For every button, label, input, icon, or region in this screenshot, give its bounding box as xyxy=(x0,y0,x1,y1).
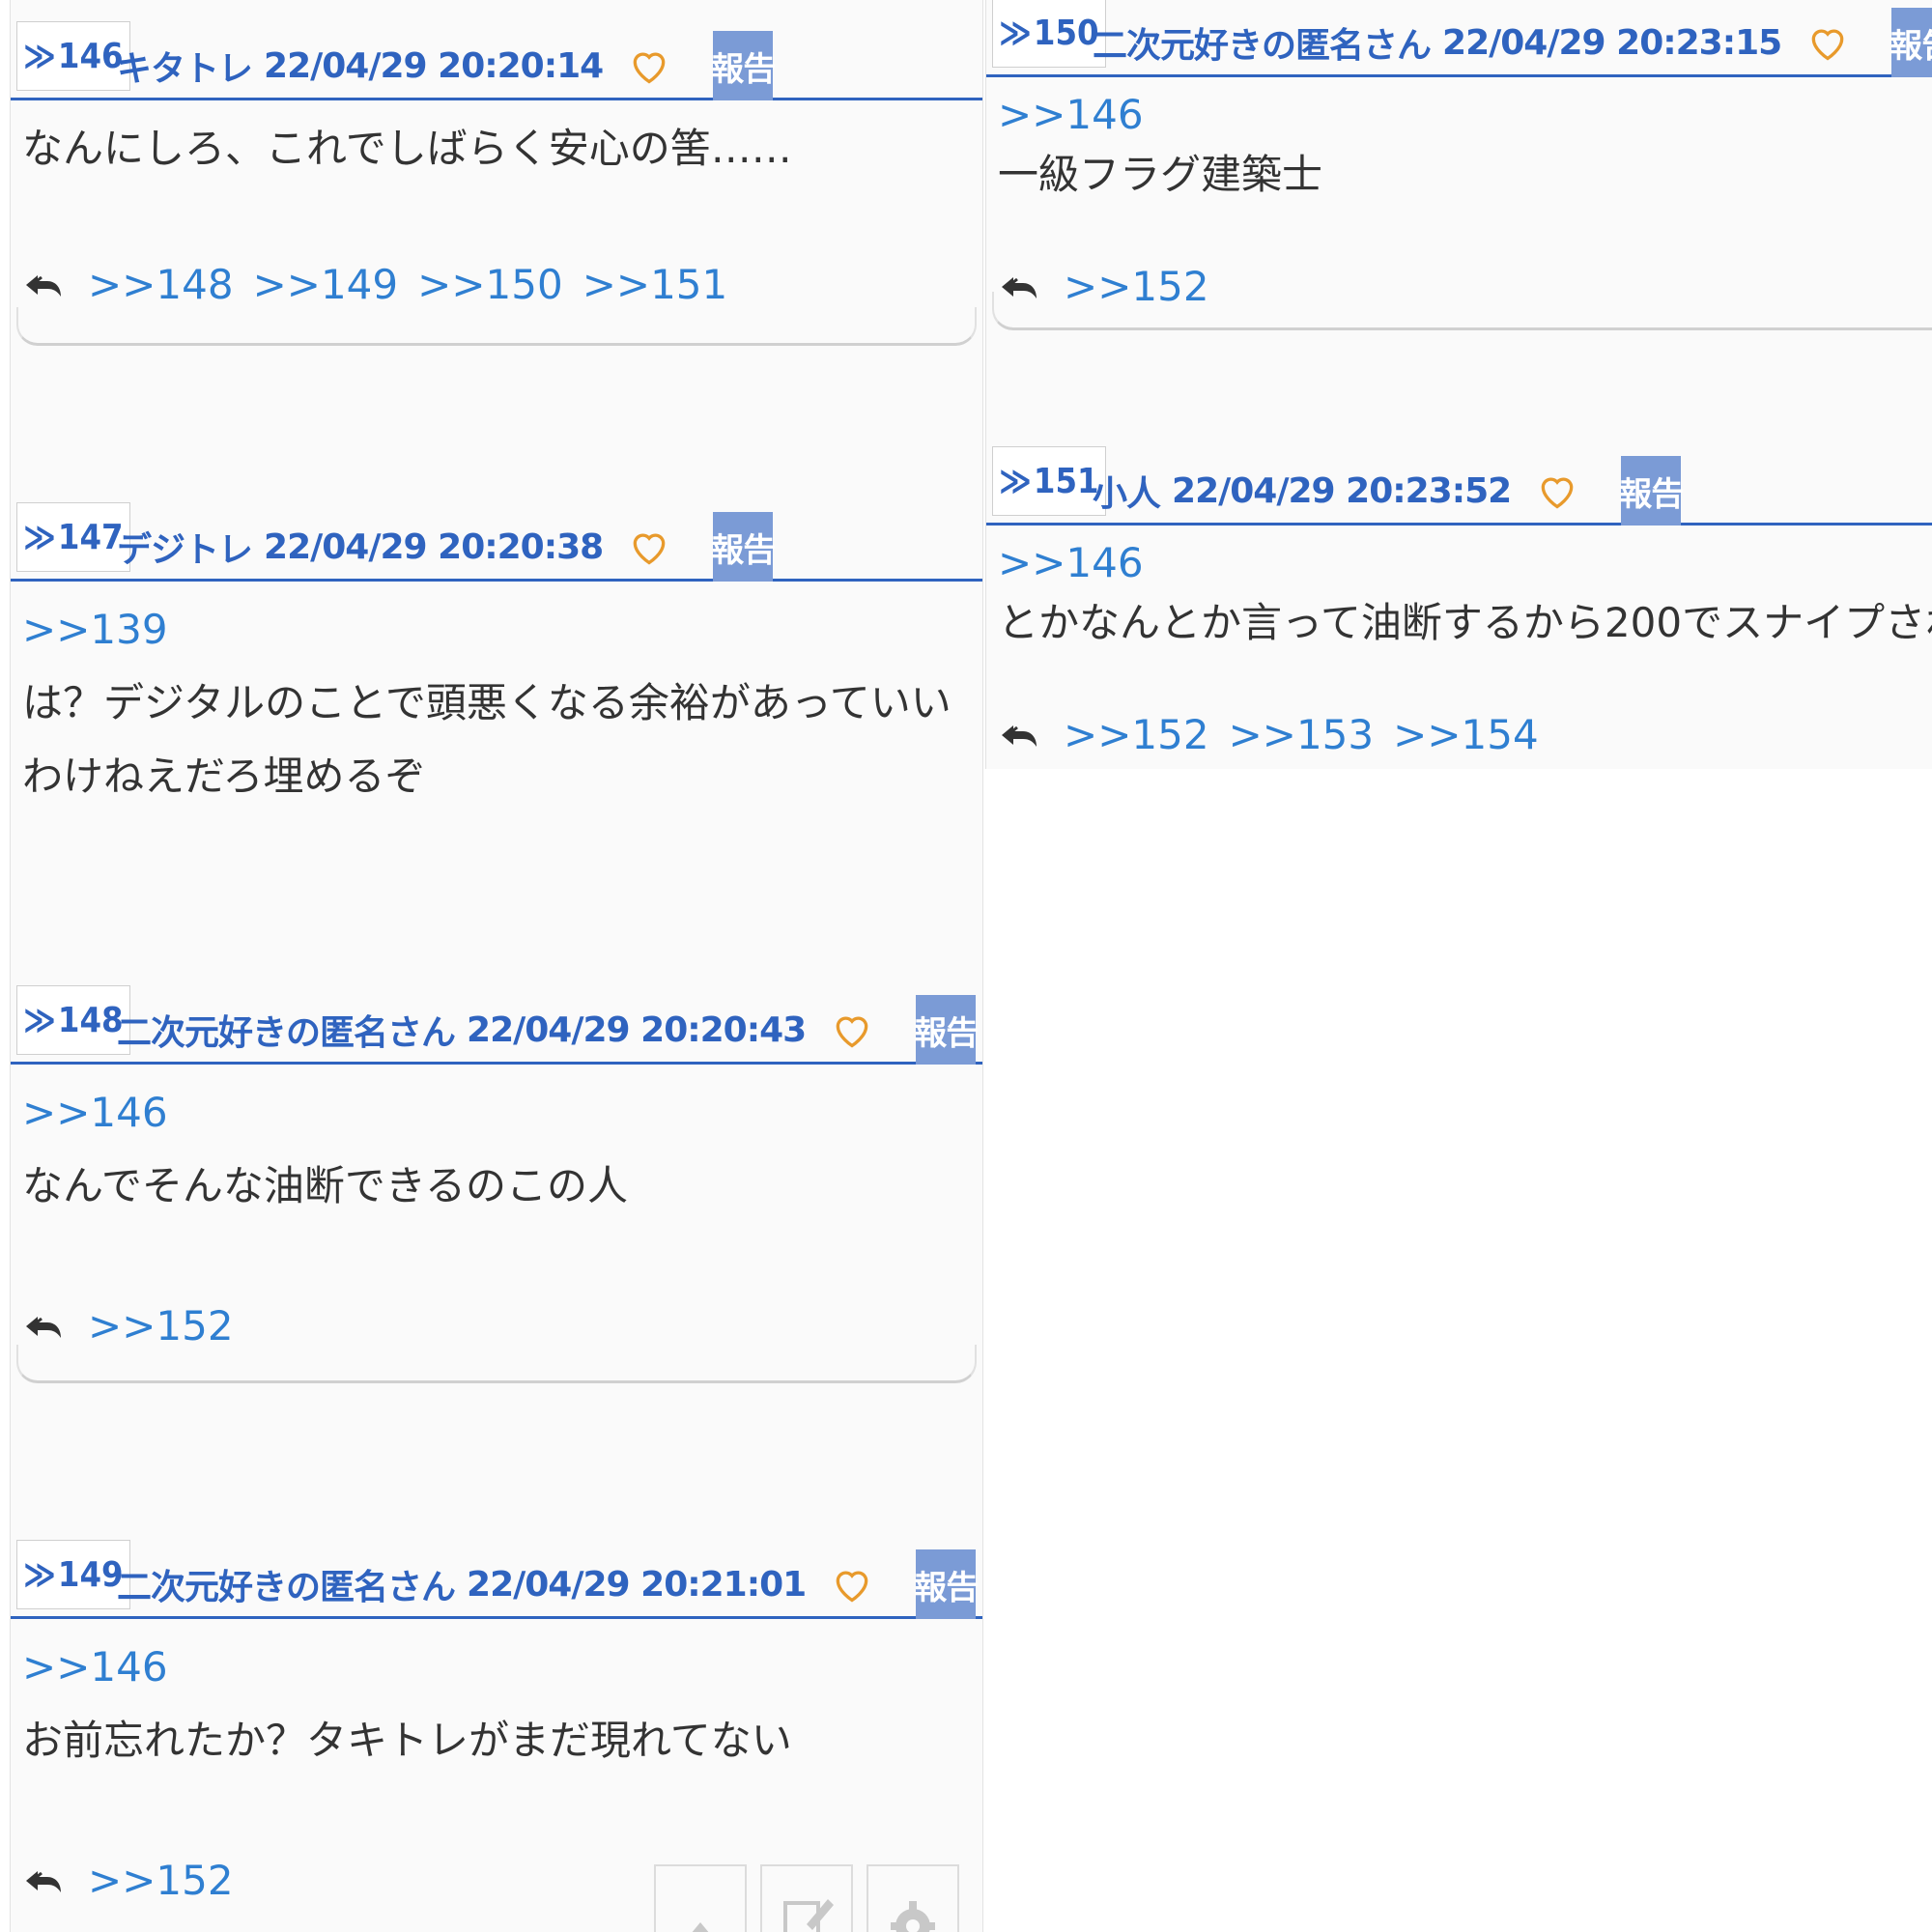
report-button[interactable]: 報告 xyxy=(711,512,776,582)
post-body: なんにしろ、これでしばらく安心の筈…… xyxy=(22,112,971,185)
anchor-link[interactable]: >>146 xyxy=(998,85,1920,145)
post-number-button[interactable]: ≫ 148 xyxy=(16,985,130,1055)
reply-links: >>152 xyxy=(22,1302,253,1350)
post-date: 22/04/29 20:23:52 xyxy=(1172,470,1512,511)
reply-link[interactable]: >>148 xyxy=(88,261,234,308)
post-text: とかなんとか言って油断するから200でスナイプされるんですよ xyxy=(998,599,1932,646)
reply-all-icon xyxy=(26,1316,61,1338)
report-button[interactable]: 報告 xyxy=(711,31,776,100)
post-date: 22/04/29 20:21:01 xyxy=(467,1564,807,1605)
post-date: 22/04/29 20:20:43 xyxy=(467,1009,807,1050)
post-number-button[interactable]: ≫ 150 xyxy=(992,0,1106,68)
anchor-link[interactable]: >>139 xyxy=(22,593,971,667)
reply-all-icon xyxy=(1002,724,1037,747)
card-divider xyxy=(16,307,977,346)
reply-link[interactable]: >>149 xyxy=(253,261,399,308)
post-body: >>139 は？デジタルのことで頭悪くなる余裕があっていいわけねえだろ埋めるぞ xyxy=(22,593,971,813)
post-151: ≫ 151 小人 22/04/29 20:23:52 報告 >>146 とかなんと… xyxy=(986,444,1932,769)
poster-name: キタトレ xyxy=(117,49,253,89)
reply-all-icon xyxy=(26,274,61,297)
poster-name: 二次元好きの匿名さん xyxy=(117,1013,456,1053)
scroll-up-button[interactable] xyxy=(654,1864,747,1932)
reply-links: >>148 >>149 >>150 >>151 xyxy=(22,261,747,308)
post-body: >>146 お前忘れたか？タキトレがまだ現れてない xyxy=(22,1631,971,1777)
reply-link[interactable]: >>153 xyxy=(1229,711,1375,758)
post-number-button[interactable]: ≫ 147 xyxy=(16,502,130,572)
post-header: ≫ 146 キタトレ 22/04/29 20:20:14 報告 xyxy=(11,19,982,100)
heart-icon[interactable] xyxy=(628,44,670,87)
edit-button[interactable] xyxy=(760,1864,853,1932)
reply-link[interactable]: >>152 xyxy=(88,1857,234,1904)
heart-icon[interactable] xyxy=(831,1009,873,1051)
settings-button[interactable] xyxy=(867,1864,959,1932)
post-text: お前忘れたか？タキトレがまだ現れてない xyxy=(22,1717,792,1764)
post-body: >>146 一級フラグ建築士 xyxy=(998,85,1920,205)
poster-name: デジトレ xyxy=(117,530,253,570)
report-button[interactable]: 報告 xyxy=(914,995,979,1065)
post-text: なんにしろ、これでしばらく安心の筈…… xyxy=(22,125,792,172)
heart-icon[interactable] xyxy=(628,526,670,568)
post-meta: デジトレ 22/04/29 20:20:38 報告 xyxy=(117,512,776,582)
post-text: 一級フラグ建築士 xyxy=(998,151,1323,198)
poster-name: 二次元好きの匿名さん xyxy=(117,1568,456,1607)
card-divider xyxy=(992,292,1932,330)
edit-icon xyxy=(783,1899,834,1932)
post-meta: 小人 22/04/29 20:23:52 報告 xyxy=(1093,456,1684,526)
reply-links: >>152 xyxy=(22,1857,253,1904)
post-body: >>146 なんでそんな油断できるのこの人 xyxy=(22,1076,971,1223)
reply-link[interactable]: >>151 xyxy=(582,261,728,308)
anchor-link[interactable]: >>146 xyxy=(22,1631,971,1704)
heart-icon[interactable] xyxy=(1536,469,1578,512)
post-text: は？デジタルのことで頭悪くなる余裕があっていいわけねえだろ埋めるぞ xyxy=(22,679,952,800)
report-button[interactable]: 報告 xyxy=(1619,456,1684,526)
anchor-link[interactable]: >>146 xyxy=(998,533,1932,593)
post-148: ≫ 148 二次元好きの匿名さん 22/04/29 20:20:43 報告 >>1… xyxy=(11,983,982,1389)
post-meta: 二次元好きの匿名さん 22/04/29 20:23:15 報告 xyxy=(1093,8,1932,77)
post-number-button[interactable]: ≫ 151 xyxy=(992,446,1106,516)
post-header: ≫ 147 デジトレ 22/04/29 20:20:38 報告 xyxy=(11,500,982,582)
reply-link[interactable]: >>154 xyxy=(1393,711,1539,758)
reply-all-icon xyxy=(26,1870,61,1892)
left-column: ≫ 146 キタトレ 22/04/29 20:20:14 報告 なんにしろ、これで… xyxy=(10,0,983,1932)
post-meta: 二次元好きの匿名さん 22/04/29 20:20:43 報告 xyxy=(117,995,979,1065)
heart-icon[interactable] xyxy=(831,1563,873,1605)
card-divider xyxy=(16,1345,977,1383)
post-header: ≫150 二次元好きの匿名さん 22/04/29 20:23:15 報告 xyxy=(986,0,1932,77)
post-146: ≫ 146 キタトレ 22/04/29 20:20:14 報告 なんにしろ、これで… xyxy=(11,19,982,348)
post-number-button[interactable]: ≫ 146 xyxy=(16,21,130,91)
reply-link[interactable]: >>152 xyxy=(1064,711,1209,758)
right-column: ≫150 二次元好きの匿名さん 22/04/29 20:23:15 報告 >>1… xyxy=(985,0,1932,769)
post-date: 22/04/29 20:23:15 xyxy=(1442,22,1782,63)
post-body: >>146 とかなんとか言って油断するから200でスナイプされるんですよ xyxy=(998,533,1932,653)
anchor-link[interactable]: >>146 xyxy=(22,1076,971,1150)
post-date: 22/04/29 20:20:14 xyxy=(264,45,604,86)
post-meta: キタトレ 22/04/29 20:20:14 報告 xyxy=(117,31,776,100)
post-header: ≫ 149 二次元好きの匿名さん 22/04/29 20:21:01 報告 xyxy=(11,1538,982,1619)
reply-link[interactable]: >>152 xyxy=(88,1302,234,1350)
post-147: ≫ 147 デジトレ 22/04/29 20:20:38 報告 >>139 は？デ… xyxy=(11,500,982,906)
reply-links: >>152 >>153 >>154 xyxy=(998,711,1558,758)
reply-link[interactable]: >>150 xyxy=(417,261,563,308)
post-header: ≫ 148 二次元好きの匿名さん 22/04/29 20:20:43 報告 xyxy=(11,983,982,1065)
post-date: 22/04/29 20:20:38 xyxy=(264,526,604,567)
report-button[interactable]: 報告 xyxy=(1889,8,1932,77)
report-button[interactable]: 報告 xyxy=(914,1549,979,1619)
heart-icon[interactable] xyxy=(1806,21,1849,64)
post-150: ≫150 二次元好きの匿名さん 22/04/29 20:23:15 報告 >>1… xyxy=(986,0,1932,334)
post-header: ≫ 151 小人 22/04/29 20:23:52 報告 xyxy=(986,444,1932,526)
post-meta: 二次元好きの匿名さん 22/04/29 20:21:01 報告 xyxy=(117,1549,979,1619)
post-text: なんでそんな油断できるのこの人 xyxy=(22,1162,629,1209)
poster-name: 小人 xyxy=(1093,474,1161,514)
poster-name: 二次元好きの匿名さん xyxy=(1093,26,1432,66)
scroll-up-icon xyxy=(692,1922,709,1932)
post-number-button[interactable]: ≫ 149 xyxy=(16,1540,130,1609)
gear-icon xyxy=(891,1901,935,1932)
